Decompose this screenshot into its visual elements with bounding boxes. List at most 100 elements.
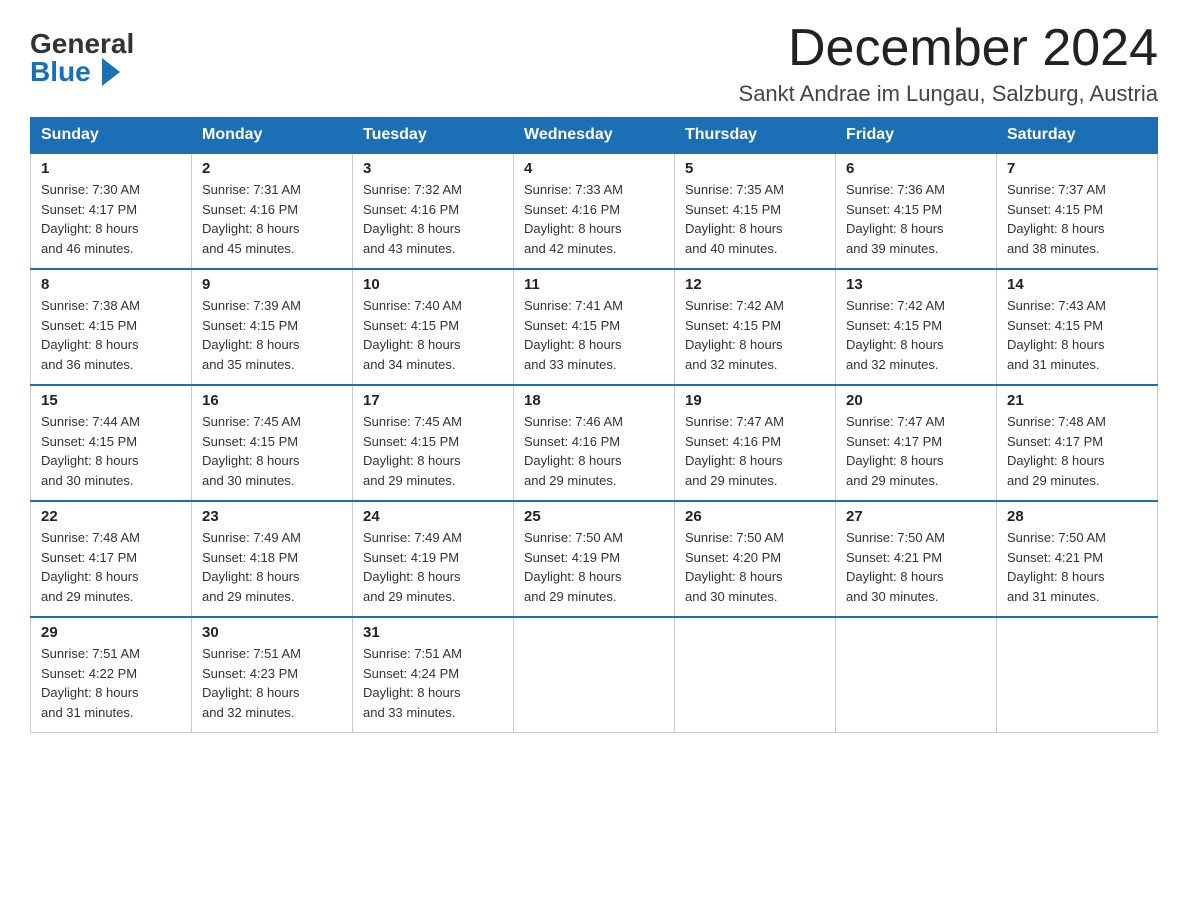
day-info: Sunrise: 7:51 AMSunset: 4:22 PMDaylight:… — [41, 644, 181, 722]
weekday-header-thursday: Thursday — [675, 118, 836, 154]
calendar-cell: 7 Sunrise: 7:37 AMSunset: 4:15 PMDaylight… — [997, 153, 1158, 269]
calendar-cell: 31 Sunrise: 7:51 AMSunset: 4:24 PMDayligh… — [353, 617, 514, 733]
calendar-cell: 12Sunrise: 7:42 AMSunset: 4:15 PMDayligh… — [675, 269, 836, 385]
day-info: Sunrise: 7:44 AMSunset: 4:15 PMDaylight:… — [41, 412, 181, 490]
day-info: Sunrise: 7:47 AMSunset: 4:17 PMDaylight:… — [846, 412, 986, 490]
month-title: December 2024 — [739, 20, 1158, 77]
calendar-cell: 27Sunrise: 7:50 AMSunset: 4:21 PMDayligh… — [836, 501, 997, 617]
day-info: Sunrise: 7:35 AMSunset: 4:15 PMDaylight:… — [685, 180, 825, 258]
weekday-header-saturday: Saturday — [997, 118, 1158, 154]
logo-general-text: General — [30, 30, 134, 58]
weekday-header-monday: Monday — [192, 118, 353, 154]
day-number: 11 — [524, 276, 664, 293]
day-info: Sunrise: 7:46 AMSunset: 4:16 PMDaylight:… — [524, 412, 664, 490]
day-info: Sunrise: 7:50 AMSunset: 4:21 PMDaylight:… — [846, 528, 986, 606]
day-number: 25 — [524, 508, 664, 525]
day-info: Sunrise: 7:42 AMSunset: 4:15 PMDaylight:… — [685, 296, 825, 374]
calendar-cell: 22 Sunrise: 7:48 AMSunset: 4:17 PMDayligh… — [31, 501, 192, 617]
day-info: Sunrise: 7:41 AMSunset: 4:15 PMDaylight:… — [524, 296, 664, 374]
calendar-cell: 4 Sunrise: 7:33 AMSunset: 4:16 PMDaylight… — [514, 153, 675, 269]
day-number: 18 — [524, 392, 664, 409]
logo-blue-text: Blue — [30, 58, 125, 86]
day-info: Sunrise: 7:47 AMSunset: 4:16 PMDaylight:… — [685, 412, 825, 490]
day-info: Sunrise: 7:45 AMSunset: 4:15 PMDaylight:… — [202, 412, 342, 490]
calendar-week-2: 8 Sunrise: 7:38 AMSunset: 4:15 PMDaylight… — [31, 269, 1158, 385]
day-info: Sunrise: 7:42 AMSunset: 4:15 PMDaylight:… — [846, 296, 986, 374]
calendar-cell: 23Sunrise: 7:49 AMSunset: 4:18 PMDayligh… — [192, 501, 353, 617]
weekday-header-tuesday: Tuesday — [353, 118, 514, 154]
calendar-week-1: 1Sunrise: 7:30 AMSunset: 4:17 PMDaylight… — [31, 153, 1158, 269]
day-info: Sunrise: 7:51 AMSunset: 4:23 PMDaylight:… — [202, 644, 342, 722]
day-info: Sunrise: 7:33 AMSunset: 4:16 PMDaylight:… — [524, 180, 664, 258]
calendar-cell: 15 Sunrise: 7:44 AMSunset: 4:15 PMDayligh… — [31, 385, 192, 501]
day-number: 28 — [1007, 508, 1147, 525]
day-info: Sunrise: 7:40 AMSunset: 4:15 PMDaylight:… — [363, 296, 503, 374]
calendar-cell: 21 Sunrise: 7:48 AMSunset: 4:17 PMDayligh… — [997, 385, 1158, 501]
calendar-header: SundayMondayTuesdayWednesdayThursdayFrid… — [31, 118, 1158, 154]
day-info: Sunrise: 7:39 AMSunset: 4:15 PMDaylight:… — [202, 296, 342, 374]
calendar-table: SundayMondayTuesdayWednesdayThursdayFrid… — [30, 117, 1158, 733]
day-number: 15 — [41, 392, 181, 409]
calendar-cell: 29 Sunrise: 7:51 AMSunset: 4:22 PMDayligh… — [31, 617, 192, 733]
day-number: 3 — [363, 160, 503, 177]
day-number: 14 — [1007, 276, 1147, 293]
day-info: Sunrise: 7:37 AMSunset: 4:15 PMDaylight:… — [1007, 180, 1147, 258]
day-number: 21 — [1007, 392, 1147, 409]
calendar-body: 1Sunrise: 7:30 AMSunset: 4:17 PMDaylight… — [31, 153, 1158, 733]
day-number: 16 — [202, 392, 342, 409]
calendar-cell — [836, 617, 997, 733]
day-info: Sunrise: 7:48 AMSunset: 4:17 PMDaylight:… — [1007, 412, 1147, 490]
calendar-cell: 20 Sunrise: 7:47 AMSunset: 4:17 PMDayligh… — [836, 385, 997, 501]
calendar-cell: 17Sunrise: 7:45 AMSunset: 4:15 PMDayligh… — [353, 385, 514, 501]
calendar-week-3: 15 Sunrise: 7:44 AMSunset: 4:15 PMDayligh… — [31, 385, 1158, 501]
day-number: 20 — [846, 392, 986, 409]
day-number: 29 — [41, 624, 181, 641]
day-info: Sunrise: 7:50 AMSunset: 4:19 PMDaylight:… — [524, 528, 664, 606]
day-info: Sunrise: 7:51 AMSunset: 4:24 PMDaylight:… — [363, 644, 503, 722]
calendar-cell: 3Sunrise: 7:32 AMSunset: 4:16 PMDaylight… — [353, 153, 514, 269]
calendar-cell: 28 Sunrise: 7:50 AMSunset: 4:21 PMDayligh… — [997, 501, 1158, 617]
weekday-header-wednesday: Wednesday — [514, 118, 675, 154]
day-info: Sunrise: 7:43 AMSunset: 4:15 PMDaylight:… — [1007, 296, 1147, 374]
day-info: Sunrise: 7:48 AMSunset: 4:17 PMDaylight:… — [41, 528, 181, 606]
calendar-cell: 24Sunrise: 7:49 AMSunset: 4:19 PMDayligh… — [353, 501, 514, 617]
logo-triangle-icon — [102, 58, 120, 86]
day-number: 10 — [363, 276, 503, 293]
day-number: 23 — [202, 508, 342, 525]
day-number: 22 — [41, 508, 181, 525]
day-number: 7 — [1007, 160, 1147, 177]
day-info: Sunrise: 7:31 AMSunset: 4:16 PMDaylight:… — [202, 180, 342, 258]
calendar-cell: 5Sunrise: 7:35 AMSunset: 4:15 PMDaylight… — [675, 153, 836, 269]
calendar-cell: 10 Sunrise: 7:40 AMSunset: 4:15 PMDayligh… — [353, 269, 514, 385]
day-number: 19 — [685, 392, 825, 409]
day-info: Sunrise: 7:49 AMSunset: 4:19 PMDaylight:… — [363, 528, 503, 606]
day-number: 26 — [685, 508, 825, 525]
weekday-header-friday: Friday — [836, 118, 997, 154]
logo: General Blue — [30, 30, 134, 86]
day-number: 4 — [524, 160, 664, 177]
calendar-week-4: 22 Sunrise: 7:48 AMSunset: 4:17 PMDayligh… — [31, 501, 1158, 617]
day-number: 8 — [41, 276, 181, 293]
calendar-cell: 19 Sunrise: 7:47 AMSunset: 4:16 PMDayligh… — [675, 385, 836, 501]
calendar-cell — [514, 617, 675, 733]
day-info: Sunrise: 7:50 AMSunset: 4:20 PMDaylight:… — [685, 528, 825, 606]
location-title: Sankt Andrae im Lungau, Salzburg, Austri… — [739, 81, 1158, 107]
day-number: 9 — [202, 276, 342, 293]
day-number: 31 — [363, 624, 503, 641]
calendar-cell: 25 Sunrise: 7:50 AMSunset: 4:19 PMDayligh… — [514, 501, 675, 617]
day-number: 2 — [202, 160, 342, 177]
calendar-cell: 30Sunrise: 7:51 AMSunset: 4:23 PMDayligh… — [192, 617, 353, 733]
calendar-week-5: 29 Sunrise: 7:51 AMSunset: 4:22 PMDayligh… — [31, 617, 1158, 733]
calendar-cell: 9 Sunrise: 7:39 AMSunset: 4:15 PMDaylight… — [192, 269, 353, 385]
weekday-header-sunday: Sunday — [31, 118, 192, 154]
calendar-cell: 2 Sunrise: 7:31 AMSunset: 4:16 PMDaylight… — [192, 153, 353, 269]
calendar-cell: 13Sunrise: 7:42 AMSunset: 4:15 PMDayligh… — [836, 269, 997, 385]
day-number: 6 — [846, 160, 986, 177]
calendar-cell: 26 Sunrise: 7:50 AMSunset: 4:20 PMDayligh… — [675, 501, 836, 617]
calendar-cell: 11 Sunrise: 7:41 AMSunset: 4:15 PMDayligh… — [514, 269, 675, 385]
calendar-cell — [997, 617, 1158, 733]
day-info: Sunrise: 7:38 AMSunset: 4:15 PMDaylight:… — [41, 296, 181, 374]
calendar-cell: 1Sunrise: 7:30 AMSunset: 4:17 PMDaylight… — [31, 153, 192, 269]
calendar-cell: 14 Sunrise: 7:43 AMSunset: 4:15 PMDayligh… — [997, 269, 1158, 385]
day-info: Sunrise: 7:50 AMSunset: 4:21 PMDaylight:… — [1007, 528, 1147, 606]
